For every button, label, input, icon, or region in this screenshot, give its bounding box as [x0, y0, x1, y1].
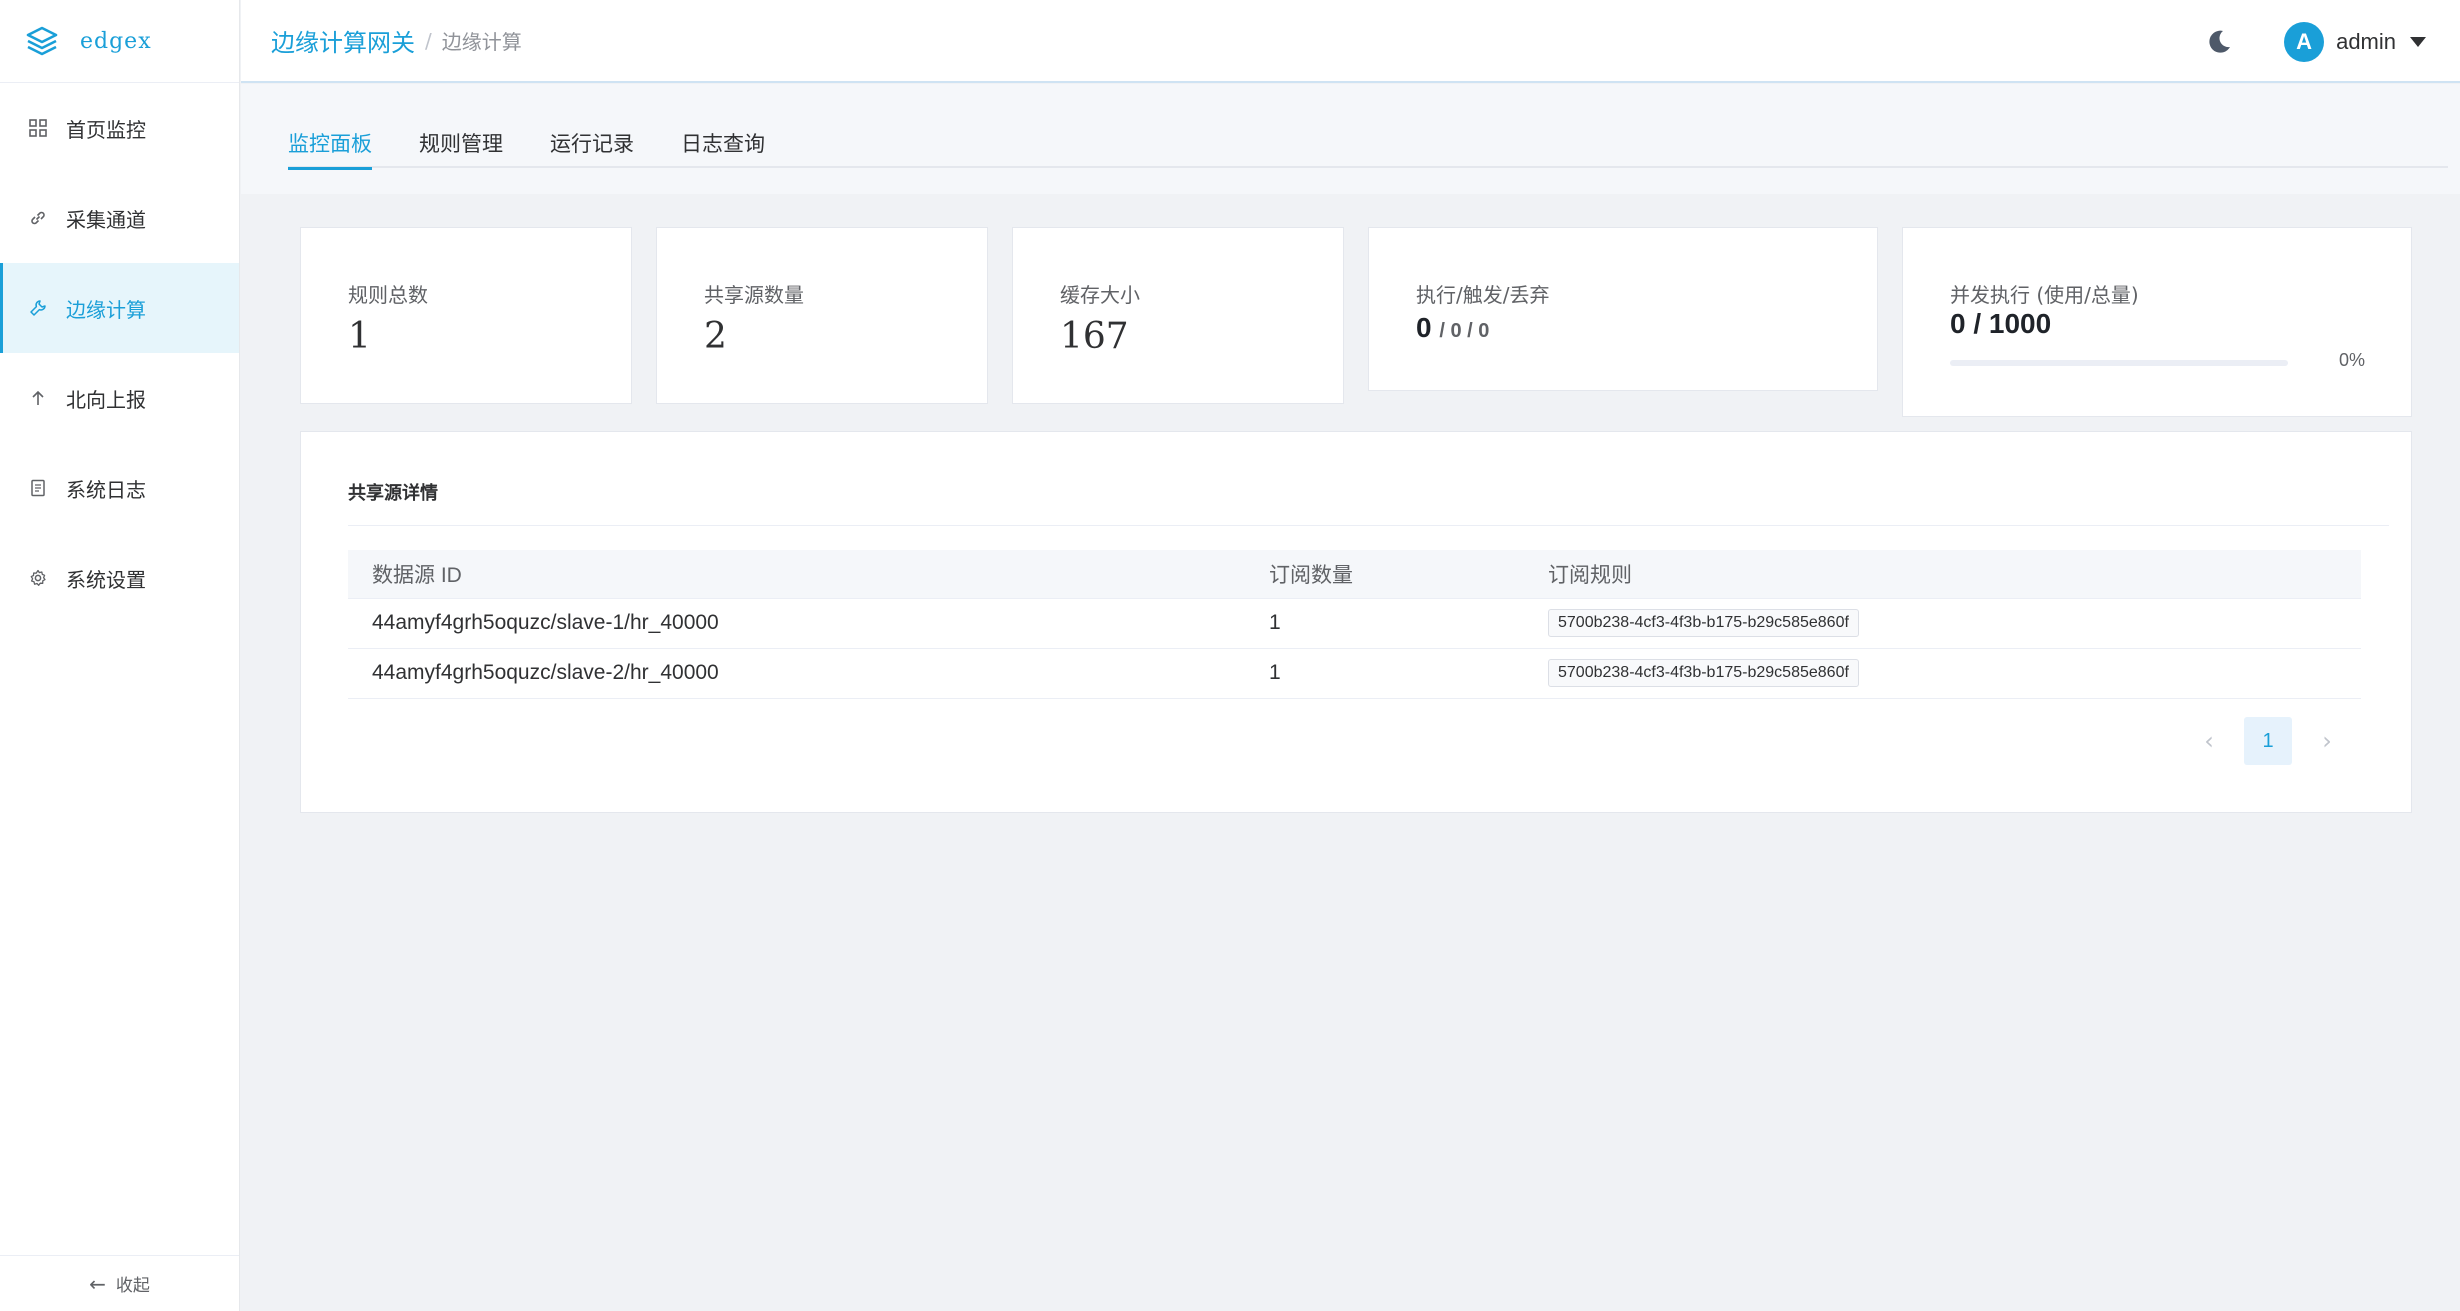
sidebar-item-edge-computing[interactable]: 边缘计算: [0, 263, 239, 353]
rule-cell: 5700b238-4cf3-4f3b-b175-b29c585e860f: [1524, 648, 2361, 699]
rule-cell: 5700b238-4cf3-4f3b-b175-b29c585e860f: [1524, 598, 2361, 649]
stat-label: 规则总数: [348, 283, 428, 307]
collapse-button[interactable]: ← 收起: [0, 1255, 239, 1311]
tab-dashboard[interactable]: 监控面板: [288, 122, 372, 170]
pagination: ‹ 1 ›: [2185, 717, 2351, 765]
stat-card-shared-sources: 共享源数量 2: [656, 227, 988, 404]
progress-percent: 0%: [2338, 350, 2365, 370]
stat-label: 并发执行 (使用/总量): [1950, 283, 2139, 307]
stat-value: 2: [704, 316, 727, 357]
sidebar-item-label: 首页监控: [66, 117, 146, 142]
tabs-bar: 监控面板 规则管理 运行记录 日志查询: [241, 84, 2460, 194]
tab-rule-management[interactable]: 规则管理: [419, 122, 503, 168]
sidebar-item-system-log[interactable]: 系统日志: [0, 443, 239, 533]
table-row: 44amyf4grh5oquzc/slave-2/hr_40000 1 5700…: [348, 648, 2361, 699]
stat-label: 缓存大小: [1060, 283, 1140, 307]
tabs: 监控面板 规则管理 运行记录 日志查询: [288, 122, 2448, 170]
stat-label: 共享源数量: [704, 283, 804, 307]
sidebar-item-dashboard[interactable]: 首页监控: [0, 83, 239, 173]
concurrency-progress-bar: [1950, 360, 2288, 366]
source-id-cell: 44amyf4grh5oquzc/slave-2/hr_40000: [348, 648, 1245, 699]
sidebar: edgex 首页监控 采集通道 边缘计算 北向上报 系统日志 系统设置 ← 收起: [0, 0, 240, 1311]
layers-logo-icon: [26, 26, 58, 56]
breadcrumb-root[interactable]: 边缘计算网关: [271, 23, 415, 58]
breadcrumb-current: 边缘计算: [441, 30, 522, 54]
gear-icon: [28, 568, 48, 588]
stat-card-rules-total: 规则总数 1: [300, 227, 632, 404]
column-header: 订阅数量: [1245, 550, 1524, 599]
page-number-button[interactable]: 1: [2244, 717, 2292, 765]
count-cell: 1: [1245, 598, 1524, 649]
app-logo[interactable]: edgex: [0, 0, 239, 83]
rule-tag[interactable]: 5700b238-4cf3-4f3b-b175-b29c585e860f: [1548, 659, 1859, 687]
source-id-cell: 44amyf4grh5oquzc/slave-1/hr_40000: [348, 598, 1245, 649]
stat-card-exec-trigger-drop: 执行/触发/丢弃 0 / 0 / 0: [1368, 227, 1878, 391]
avatar[interactable]: A: [2284, 21, 2325, 62]
table-row: 44amyf4grh5oquzc/slave-1/hr_40000 1 5700…: [348, 598, 2361, 649]
trigger-drop-counts: / 0 / 0: [1439, 320, 1490, 342]
shared-source-detail-card: 共享源详情 数据源 ID 订阅数量 订阅规则 44amyf4grh5oquzc/…: [300, 431, 2412, 813]
link-icon: [28, 208, 48, 228]
sidebar-item-label: 边缘计算: [66, 297, 146, 322]
sidebar-item-channels[interactable]: 采集通道: [0, 173, 239, 263]
arrow-up-icon: [28, 388, 48, 408]
top-header: 边缘计算网关 / 边缘计算 A admin: [241, 0, 2460, 83]
sidebar-item-northbound[interactable]: 北向上报: [0, 353, 239, 443]
prev-page-button[interactable]: ‹: [2185, 717, 2233, 765]
tab-log-query[interactable]: 日志查询: [681, 122, 765, 168]
header-actions: A admin: [2204, 0, 2426, 83]
sidebar-menu: 首页监控 采集通道 边缘计算 北向上报 系统日志 系统设置: [0, 83, 239, 623]
rule-tag[interactable]: 5700b238-4cf3-4f3b-b175-b29c585e860f: [1548, 609, 1859, 637]
collapse-label: 收起: [115, 1276, 150, 1296]
username[interactable]: admin: [2336, 29, 2396, 55]
divider: [348, 525, 2389, 526]
breadcrumb-separator: /: [425, 28, 432, 53]
shared-source-table: 数据源 ID 订阅数量 订阅规则 44amyf4grh5oquzc/slave-…: [348, 550, 2361, 699]
moon-icon[interactable]: [2204, 27, 2234, 57]
sidebar-item-label: 系统日志: [66, 477, 146, 502]
stat-value: 0 / 0 / 0: [1416, 312, 1489, 344]
stat-value: 0 / 1000: [1950, 308, 2052, 339]
app-name: edgex: [80, 28, 152, 54]
wrench-icon: [28, 298, 48, 318]
stat-label: 执行/触发/丢弃: [1416, 283, 1550, 307]
stat-card-concurrency: 并发执行 (使用/总量) 0 / 1000 0%: [1902, 227, 2412, 417]
sidebar-item-settings[interactable]: 系统设置: [0, 533, 239, 623]
arrow-left-icon: ←: [89, 1271, 106, 1296]
sidebar-item-label: 北向上报: [66, 387, 146, 412]
grid-icon: [28, 118, 48, 138]
executed-count: 0: [1416, 312, 1432, 343]
column-header: 订阅规则: [1524, 550, 2361, 599]
stat-value: 1: [348, 316, 371, 357]
section-title: 共享源详情: [348, 483, 438, 504]
sidebar-item-label: 系统设置: [66, 567, 146, 592]
main-content: 规则总数 1 共享源数量 2 缓存大小 167 执行/触发/丢弃 0 / 0 /…: [264, 194, 2448, 1311]
next-page-button[interactable]: ›: [2303, 717, 2351, 765]
tab-run-records[interactable]: 运行记录: [550, 122, 634, 168]
caret-down-icon[interactable]: [2410, 36, 2426, 47]
stat-value: 167: [1060, 316, 1129, 357]
stat-card-cache-size: 缓存大小 167: [1012, 227, 1344, 404]
sidebar-item-label: 采集通道: [66, 207, 146, 232]
count-cell: 1: [1245, 648, 1524, 699]
table-header-row: 数据源 ID 订阅数量 订阅规则: [348, 550, 2361, 599]
column-header: 数据源 ID: [348, 550, 1245, 599]
document-icon: [28, 478, 48, 498]
